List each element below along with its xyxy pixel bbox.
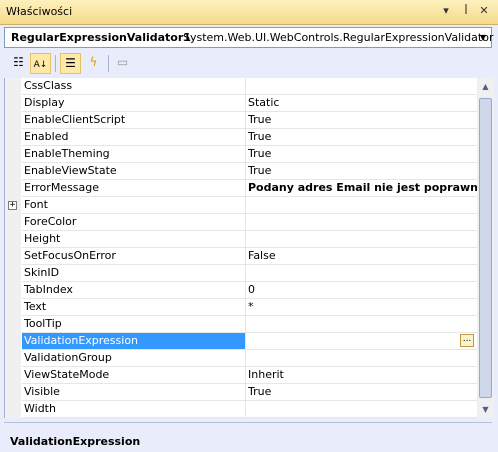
property-value[interactable]: 0 — [245, 282, 478, 299]
property-row-height[interactable]: Height — [5, 231, 478, 248]
property-name[interactable]: ValidationExpression — [22, 333, 245, 350]
scroll-down-icon[interactable]: ▼ — [477, 401, 494, 418]
alphabetical-icon: A↓ — [33, 60, 48, 70]
property-value[interactable] — [245, 265, 478, 282]
property-pages-icon: ▭ — [116, 55, 129, 69]
property-value[interactable]: True — [245, 163, 478, 180]
properties-icon: ☰ — [65, 56, 76, 70]
property-row-validationexpression[interactable]: ValidationExpression ... — [5, 333, 478, 350]
property-value[interactable]: True — [245, 146, 478, 163]
description-pane: ValidationExpression — [4, 422, 492, 451]
property-value[interactable] — [245, 333, 478, 350]
property-name[interactable]: Enabled — [22, 129, 245, 146]
property-row-enableclientscript[interactable]: EnableClientScript True — [5, 112, 478, 129]
property-name[interactable]: EnableTheming — [22, 146, 245, 163]
property-row-cssclass[interactable]: CssClass — [5, 78, 478, 95]
property-name[interactable]: Height — [22, 231, 245, 248]
property-name[interactable]: Visible — [22, 384, 245, 401]
property-name[interactable]: ViewStateMode — [22, 367, 245, 384]
property-row-viewstatemode[interactable]: ViewStateMode Inherit — [5, 367, 478, 384]
toolbar-separator — [108, 55, 109, 72]
property-value[interactable]: Podany adres Email nie jest poprawny!!! — [245, 180, 478, 197]
property-name[interactable]: ValidationGroup — [22, 350, 245, 367]
property-name[interactable]: EnableViewState — [22, 163, 245, 180]
alphabetical-button[interactable]: A↓ — [30, 53, 51, 74]
dropdown-icon[interactable]: ▾ — [438, 3, 454, 19]
property-value[interactable]: * — [245, 299, 478, 316]
description-title: ValidationExpression — [10, 435, 141, 448]
property-name[interactable]: Font — [22, 197, 245, 214]
object-type: System.Web.UI.WebControls.RegularExpress… — [183, 31, 494, 44]
property-value[interactable]: Inherit — [245, 367, 478, 384]
property-name[interactable]: TabIndex — [22, 282, 245, 299]
title-bar[interactable]: Właściwości ▾ ꟾ ✕ — [0, 0, 498, 25]
property-value[interactable] — [245, 231, 478, 248]
property-row-skinid[interactable]: SkinID — [5, 265, 478, 282]
property-value[interactable]: True — [245, 112, 478, 129]
property-row-tooltip[interactable]: ToolTip — [5, 316, 478, 333]
object-selector[interactable]: RegularExpressionValidator1 System.Web.U… — [4, 27, 494, 48]
property-row-tabindex[interactable]: TabIndex 0 — [5, 282, 478, 299]
property-row-validationgroup[interactable]: ValidationGroup — [5, 350, 478, 367]
property-name[interactable]: ToolTip — [22, 316, 245, 333]
property-row-forecolor[interactable]: ForeColor — [5, 214, 478, 231]
property-row-font[interactable]: + Font — [5, 197, 478, 214]
toolbar: ☷ A↓ ☰ ϟ ▭ — [4, 51, 492, 76]
events-icon: ϟ — [89, 55, 98, 69]
property-value[interactable] — [245, 401, 478, 418]
property-name[interactable]: SkinID — [22, 265, 245, 282]
property-value[interactable] — [245, 350, 478, 367]
property-value[interactable]: True — [245, 129, 478, 146]
property-pages-button[interactable]: ▭ — [112, 53, 133, 74]
property-row-enabled[interactable]: Enabled True — [5, 129, 478, 146]
property-row-visible[interactable]: Visible True — [5, 384, 478, 401]
property-row-errormessage[interactable]: ErrorMessage Podany adres Email nie jest… — [5, 180, 478, 197]
chevron-down-icon[interactable]: ▼ — [475, 28, 491, 47]
ellipsis-button[interactable]: ... — [460, 334, 474, 347]
property-name[interactable]: Width — [22, 401, 245, 418]
property-row-setfocusonerror[interactable]: SetFocusOnError False — [5, 248, 478, 265]
vertical-scrollbar[interactable]: ▲ ▼ — [477, 78, 494, 418]
property-name[interactable]: EnableClientScript — [22, 112, 245, 129]
property-name[interactable]: SetFocusOnError — [22, 248, 245, 265]
categorized-icon: ☷ — [13, 55, 24, 69]
property-value[interactable] — [245, 78, 478, 95]
property-name[interactable]: CssClass — [22, 78, 245, 95]
property-row-display[interactable]: Display Static — [5, 95, 478, 112]
property-grid: CssClass Display Static EnableClientScri… — [4, 78, 478, 418]
expand-icon[interactable]: + — [8, 201, 17, 210]
scroll-up-icon[interactable]: ▲ — [477, 78, 494, 95]
property-value[interactable] — [245, 214, 478, 231]
window-title: Właściwości — [6, 5, 73, 18]
property-row-enabletheming[interactable]: EnableTheming True — [5, 146, 478, 163]
property-name[interactable]: ForeColor — [22, 214, 245, 231]
toolbar-separator — [55, 55, 56, 72]
property-value[interactable] — [245, 197, 478, 214]
property-value[interactable]: True — [245, 384, 478, 401]
property-name[interactable]: Text — [22, 299, 245, 316]
categorized-button[interactable]: ☷ — [8, 53, 29, 74]
property-name[interactable]: ErrorMessage — [22, 180, 245, 197]
property-value[interactable] — [245, 316, 478, 333]
events-button[interactable]: ϟ — [83, 53, 104, 74]
scrollbar-thumb[interactable] — [479, 98, 492, 398]
close-icon[interactable]: ✕ — [476, 3, 492, 19]
property-value[interactable]: Static — [245, 95, 478, 112]
property-row-enableviewstate[interactable]: EnableViewState True — [5, 163, 478, 180]
property-row-width[interactable]: Width — [5, 401, 478, 418]
pin-icon[interactable]: ꟾ — [458, 3, 474, 19]
property-row-text[interactable]: Text * — [5, 299, 478, 316]
property-value[interactable]: False — [245, 248, 478, 265]
property-name[interactable]: Display — [22, 95, 245, 112]
properties-window: Właściwości ▾ ꟾ ✕ RegularExpressionValid… — [0, 0, 498, 452]
object-name: RegularExpressionValidator1 — [11, 31, 191, 44]
properties-button[interactable]: ☰ — [60, 53, 81, 74]
